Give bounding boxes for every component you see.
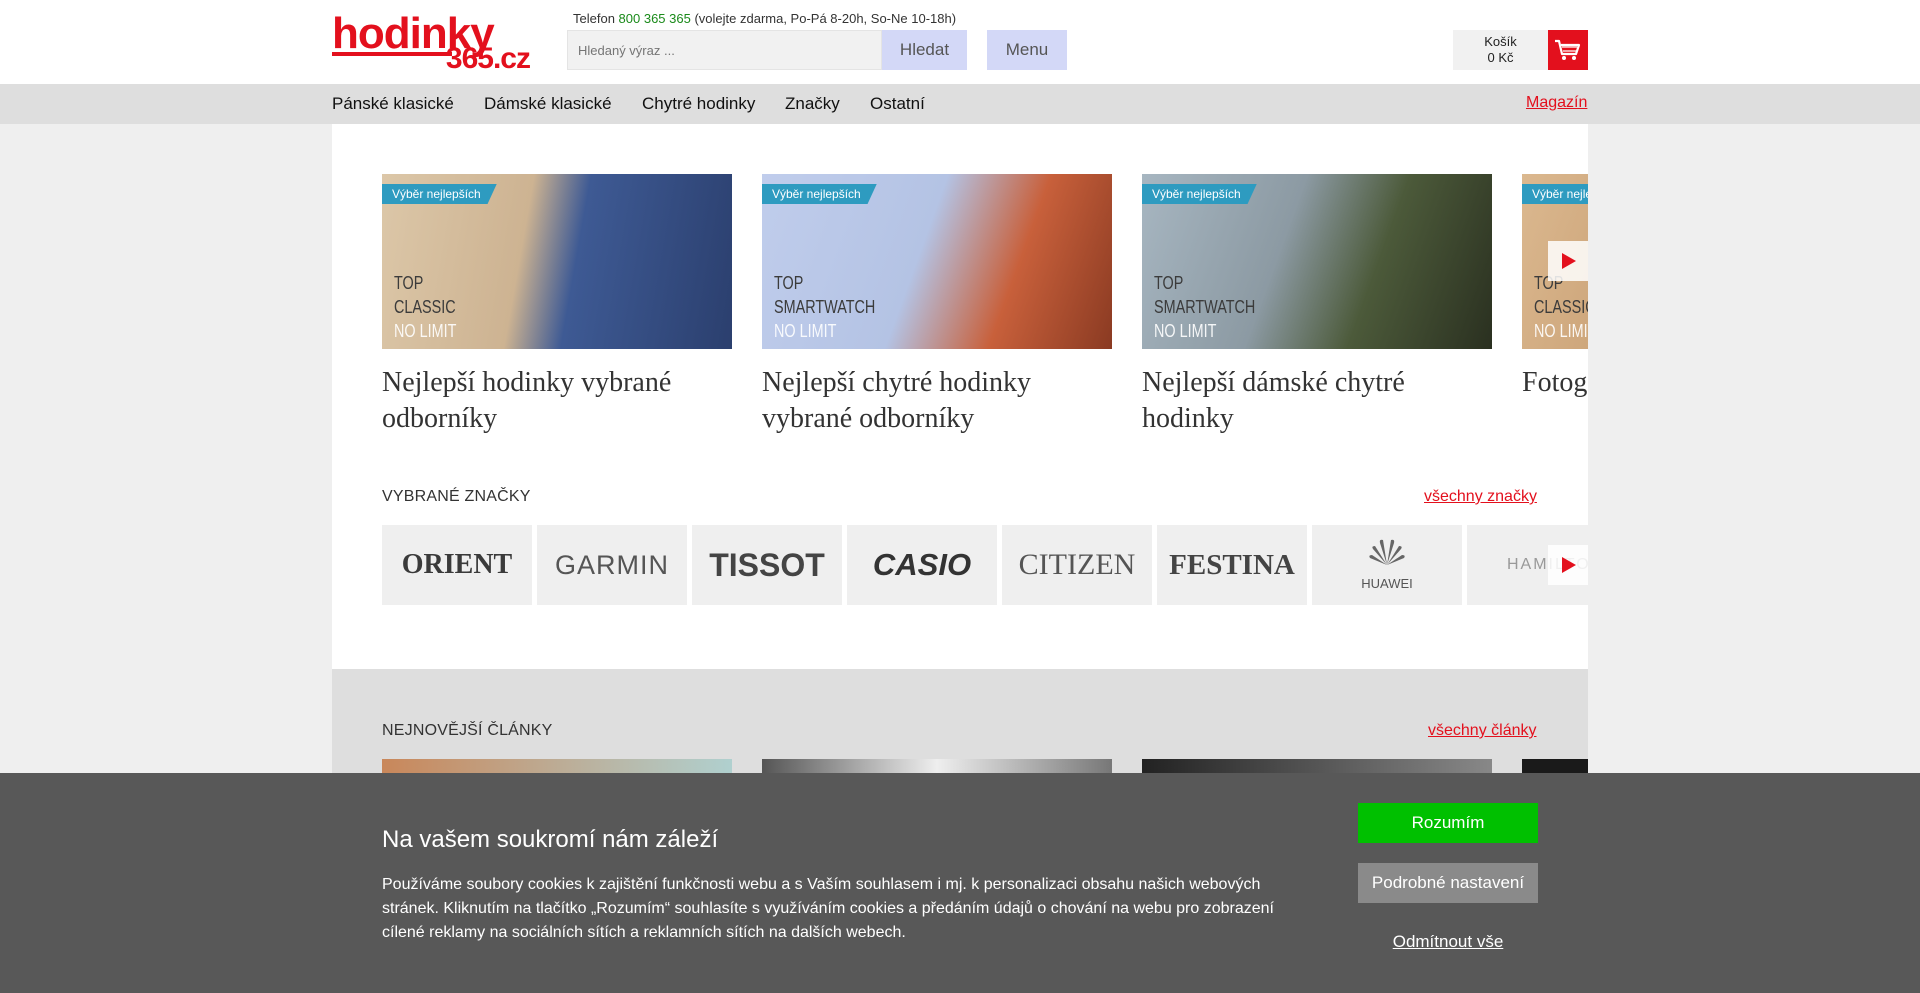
logo-underline [332, 52, 452, 56]
phone-info: Telefon 800 365 365 (volejte zdarma, Po-… [573, 11, 956, 26]
main-navigation: Pánské klasické Dámské klasické Chytré h… [0, 84, 1920, 124]
brand-tile-festina[interactable]: FESTINA [1157, 525, 1307, 605]
cookie-settings-button[interactable]: Podrobné nastavení [1358, 863, 1538, 903]
caption-line: NO LIMIT [394, 321, 457, 341]
search-button[interactable]: Hledat [882, 30, 967, 70]
featured-card-title[interactable]: Nejlepší hodinky vybrané odborníky [382, 365, 732, 437]
caption-line: SMARTWATCH [1154, 297, 1256, 317]
accept-cookies-button[interactable]: Rozumím [1358, 803, 1538, 843]
phone-prefix: Telefon [573, 11, 615, 26]
caption-line: CLASSIC [394, 297, 456, 317]
brand-tile-tissot[interactable]: TISSOT [692, 525, 842, 605]
featured-badge: Výběr nejlepších [762, 184, 877, 204]
brands-next-arrow-icon[interactable] [1548, 545, 1588, 585]
featured-image-caption: TOP CLASSIC NO LIMIT [1534, 271, 1588, 343]
cookie-description: Používáme soubory cookies k zajištění fu… [382, 876, 1274, 941]
nav-item-chytre[interactable]: Chytré hodinky [642, 94, 755, 114]
cart-label: Košík [1484, 34, 1517, 49]
featured-card-title[interactable]: Nejlepší chytré hodinky vybrané odborník… [762, 365, 1112, 437]
featured-card-title[interactable]: Nejlepší dámské chytré hodinky [1142, 365, 1492, 437]
main-content: Výběr nejlepších TOP CLASSIC NO LIMIT Ne… [332, 124, 1588, 669]
huawei-logo-icon [1369, 539, 1405, 565]
phone-number[interactable]: 800 365 365 [619, 11, 691, 26]
cart-icon[interactable] [1548, 30, 1588, 70]
nav-item-znacky[interactable]: Značky [785, 94, 840, 114]
brand-tile-citizen[interactable]: CITIZEN [1002, 525, 1152, 605]
reject-all-cookies-link[interactable]: Odmítnout vše [1358, 932, 1538, 952]
caption-line: NO LIMIT [1534, 321, 1588, 341]
featured-image-caption: TOP SMARTWATCH NO LIMIT [1154, 271, 1255, 343]
cart-summary[interactable]: Košík 0 Kč [1453, 30, 1548, 70]
cookie-consent-banner: Na vašem soukromí nám záleží Používáme s… [0, 773, 1920, 993]
featured-badge: Výběr nejlepších [1142, 184, 1257, 204]
featured-card[interactable]: Výběr nejlepších TOP CLASSIC NO LIMIT Fo… [1522, 174, 1588, 401]
featured-card-title[interactable]: Fotogalerie dámské [1522, 365, 1588, 401]
nav-item-panske[interactable]: Pánské klasické [332, 94, 454, 114]
all-brands-link[interactable]: všechny značky [1424, 488, 1537, 506]
nav-link-magazine[interactable]: Magazín [1526, 94, 1587, 112]
featured-card-image[interactable]: Výběr nejlepších TOP SMARTWATCH NO LIMIT [762, 174, 1112, 349]
brand-tile-garmin[interactable]: GARMIN [537, 525, 687, 605]
menu-button[interactable]: Menu [987, 30, 1067, 70]
featured-card-image[interactable]: Výběr nejlepších TOP SMARTWATCH NO LIMIT [1142, 174, 1492, 349]
caption-line: TOP [394, 273, 424, 293]
caption-line: TOP [774, 273, 804, 293]
site-logo[interactable]: hodinky 365.cz [332, 12, 531, 75]
featured-badge: Výběr nejlepších [382, 184, 497, 204]
all-articles-link[interactable]: všechny články [1428, 722, 1537, 740]
cart-total: 0 Kč [1487, 50, 1514, 65]
featured-next-arrow-icon[interactable] [1548, 241, 1588, 281]
cookie-title: Na vašem soukromí nám záleží [382, 826, 719, 853]
search-input[interactable] [567, 30, 882, 70]
phone-hours: (volejte zdarma, Po-Pá 8-20h, So-Ne 10-1… [694, 11, 957, 26]
featured-card[interactable]: Výběr nejlepších TOP CLASSIC NO LIMIT Ne… [382, 174, 732, 437]
caption-line: SMARTWATCH [774, 297, 876, 317]
caption-line: NO LIMIT [1154, 321, 1217, 341]
nav-item-ostatni[interactable]: Ostatní [870, 94, 925, 114]
featured-card[interactable]: Výběr nejlepších TOP SMARTWATCH NO LIMIT… [762, 174, 1112, 437]
featured-image-caption: TOP SMARTWATCH NO LIMIT [774, 271, 875, 343]
site-header: hodinky 365.cz Telefon 800 365 365 (vole… [0, 0, 1920, 84]
featured-badge: Výběr nejlepších [1522, 184, 1588, 204]
featured-card[interactable]: Výběr nejlepších TOP SMARTWATCH NO LIMIT… [1142, 174, 1492, 437]
caption-line: NO LIMIT [774, 321, 837, 341]
logo-text-bottom: 365.cz [445, 42, 531, 75]
caption-line: TOP [1154, 273, 1184, 293]
articles-heading: NEJNOVĚJŠÍ ČLÁNKY [382, 722, 553, 739]
brand-tile-orient[interactable]: ORIENT [382, 525, 532, 605]
featured-card-image[interactable]: Výběr nejlepších TOP CLASSIC NO LIMIT [382, 174, 732, 349]
nav-item-damske[interactable]: Dámské klasické [484, 94, 612, 114]
featured-image-caption: TOP CLASSIC NO LIMIT [394, 271, 456, 343]
brand-tile-casio[interactable]: CASIO [847, 525, 997, 605]
brands-heading: VYBRANÉ ZNAČKY [382, 488, 531, 505]
caption-line: CLASSIC [1534, 297, 1588, 317]
